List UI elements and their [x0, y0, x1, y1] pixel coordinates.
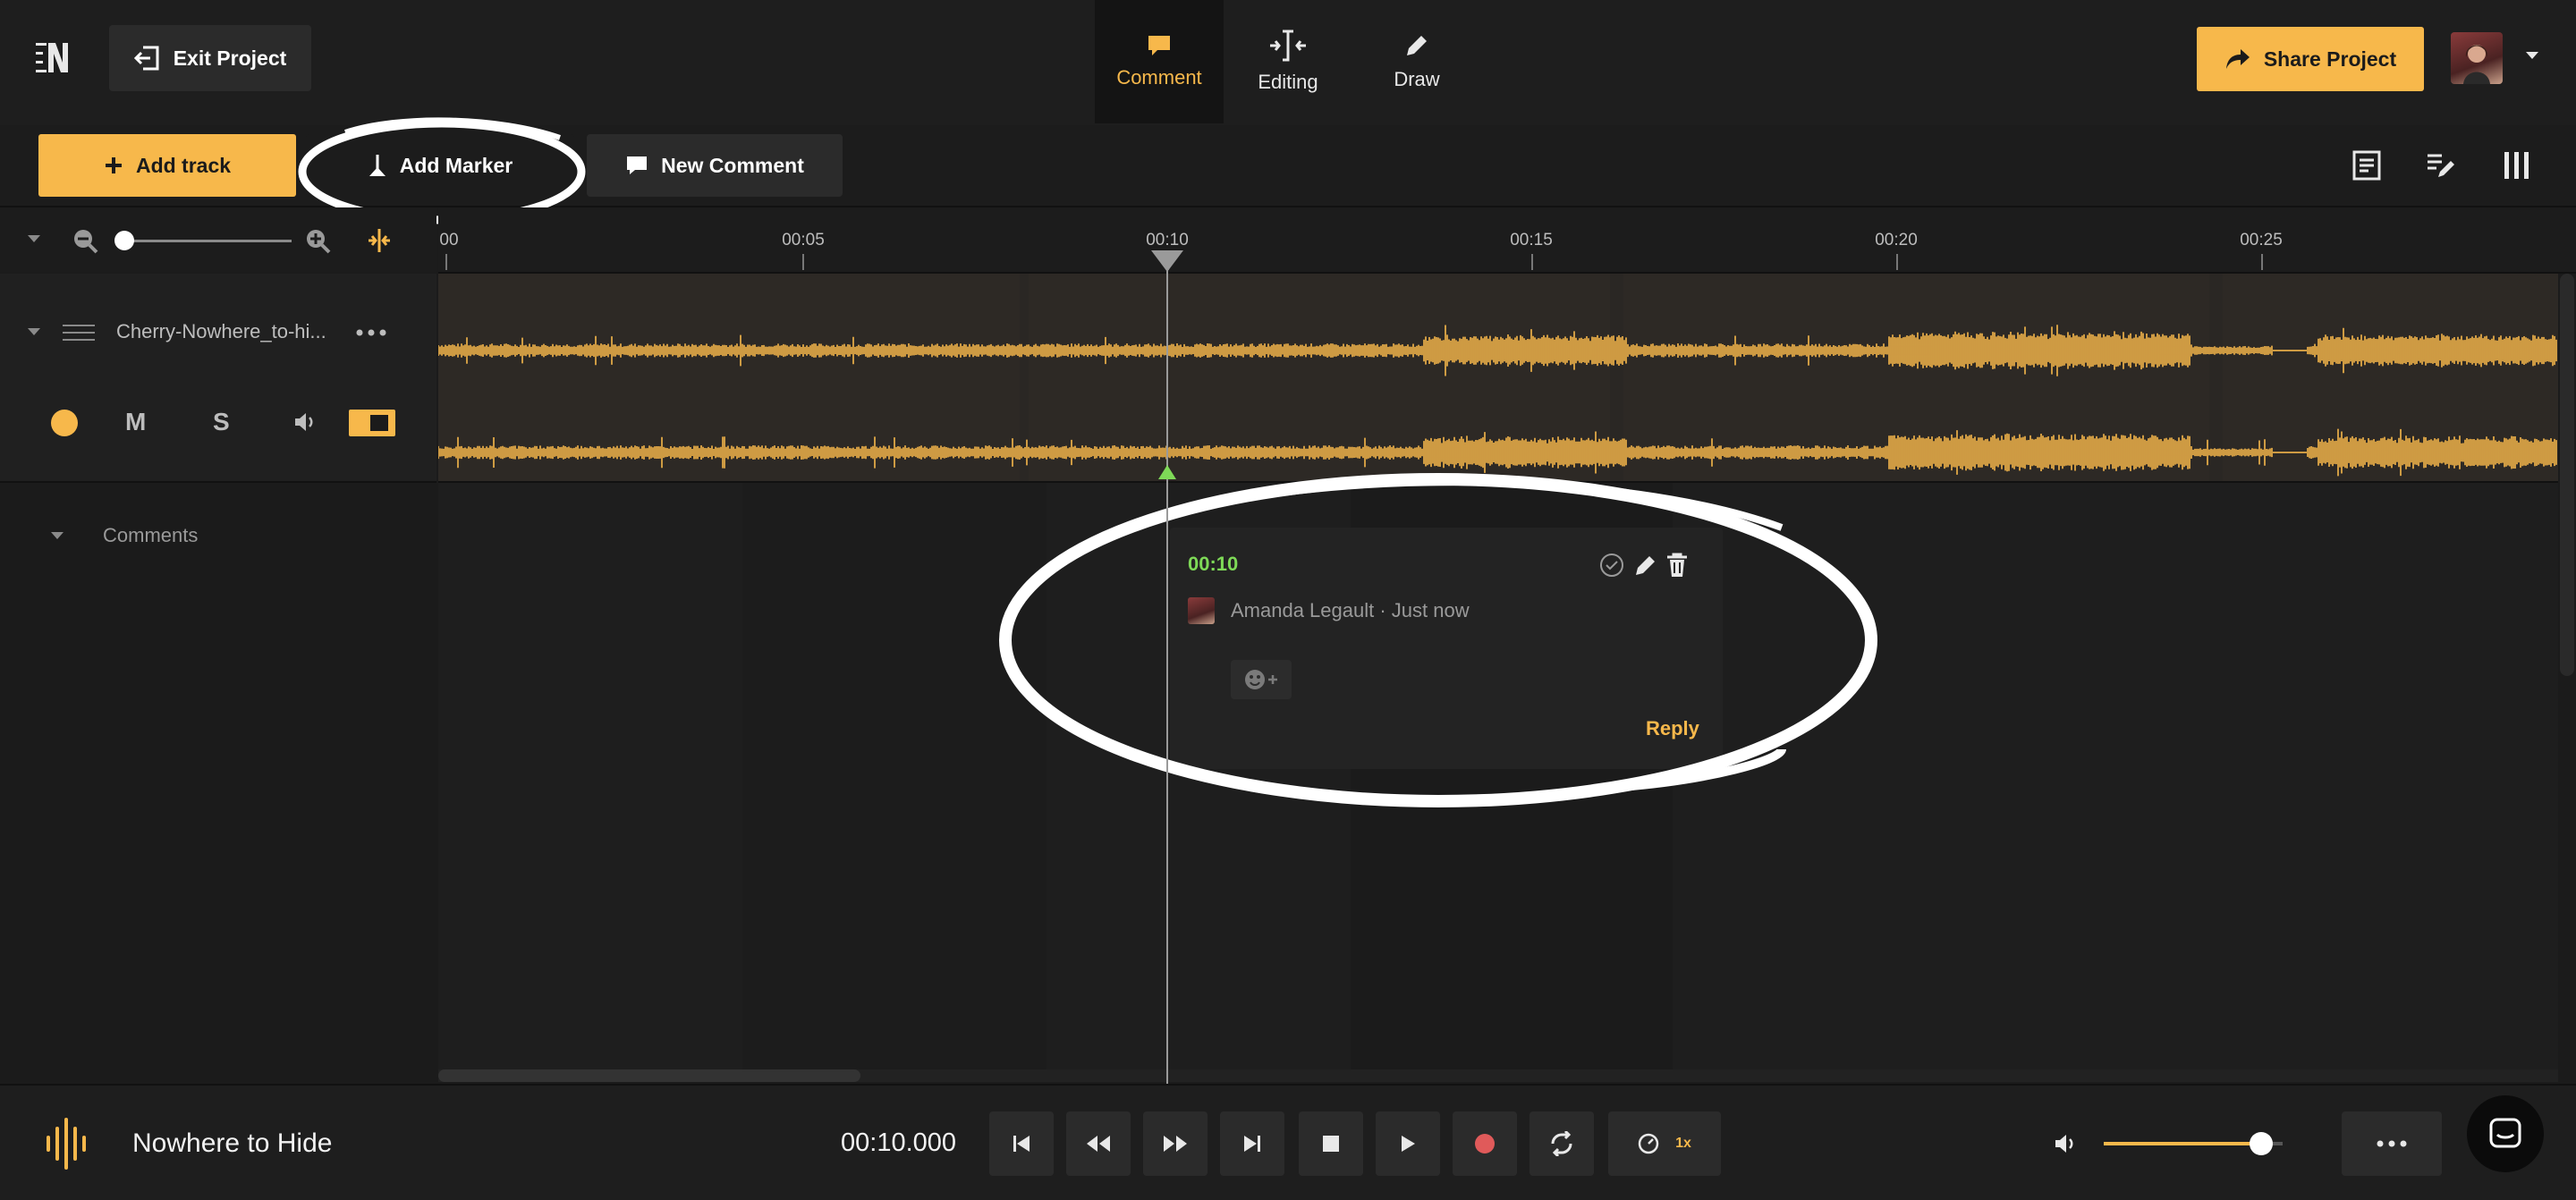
track-toggle[interactable]: [349, 410, 395, 436]
zoom-out-icon[interactable]: [72, 227, 98, 254]
split-icon: [1268, 30, 1308, 62]
tab-comment[interactable]: Comment: [1095, 0, 1224, 123]
tick-label: 00: [439, 231, 459, 249]
skip-to-end-button[interactable]: [1220, 1111, 1284, 1176]
master-volume-fill: [2104, 1142, 2261, 1145]
track-collapse-chevron-icon[interactable]: [27, 327, 41, 336]
tab-editing-label: Editing: [1258, 71, 1318, 93]
play-icon: [1400, 1135, 1416, 1153]
new-comment-label: New Comment: [661, 153, 804, 177]
tick-label: 00:05: [782, 231, 825, 249]
plus-icon: [104, 156, 123, 175]
drag-handle-icon[interactable]: [63, 324, 95, 342]
rewind-button[interactable]: [1066, 1111, 1131, 1176]
columns-icon[interactable]: [2503, 150, 2531, 181]
audio-waveform-icon: [45, 1118, 91, 1170]
avatar[interactable]: [2451, 32, 2503, 84]
record-icon: [1474, 1133, 1496, 1154]
track-more-options-icon[interactable]: [356, 329, 386, 336]
tick-label: 00:15: [1510, 231, 1553, 249]
rewind-icon: [1085, 1134, 1112, 1154]
skip-to-start-icon: [1012, 1134, 1031, 1154]
new-comment-button[interactable]: New Comment: [587, 134, 843, 197]
tick-mark: [2261, 254, 2263, 270]
comment-icon: [1147, 34, 1172, 57]
share-icon: [2224, 47, 2251, 71]
speedometer-icon: [1638, 1133, 1659, 1154]
solo-button[interactable]: S: [213, 408, 230, 436]
mute-button[interactable]: M: [125, 408, 146, 436]
tab-draw-label: Draw: [1394, 68, 1440, 90]
master-volume-icon[interactable]: [2054, 1132, 2079, 1155]
time-display: 00:10.000: [841, 1128, 957, 1157]
exit-project-button[interactable]: Exit Project: [109, 25, 311, 91]
tick-mark: [802, 254, 804, 270]
track-name[interactable]: Cherry-Nowhere_to-hi...: [116, 320, 326, 343]
comment-icon: [625, 155, 648, 176]
track-header: [0, 274, 436, 483]
stop-icon: [1323, 1136, 1339, 1152]
fast-forward-icon: [1162, 1134, 1189, 1154]
collapse-all-chevron-icon[interactable]: [27, 234, 41, 243]
comments-collapse-chevron-icon[interactable]: [50, 531, 64, 540]
comments-section-header: [0, 483, 436, 1084]
tick-label: 00:20: [1875, 231, 1918, 249]
chat-support-button[interactable]: [2467, 1095, 2544, 1172]
exit-project-label: Exit Project: [173, 46, 287, 70]
fast-forward-button[interactable]: [1143, 1111, 1208, 1176]
edit-list-icon[interactable]: [2426, 150, 2456, 181]
record-button[interactable]: [1453, 1111, 1517, 1176]
marker-flag-icon[interactable]: [1158, 465, 1176, 479]
tab-comment-label: Comment: [1116, 66, 1202, 89]
skip-to-start-button[interactable]: [989, 1111, 1054, 1176]
exit-icon: [133, 46, 161, 71]
horizontal-scrollbar-thumb[interactable]: [438, 1069, 860, 1082]
playback-speed-label: 1x: [1675, 1136, 1691, 1151]
zoom-in-icon[interactable]: [304, 227, 331, 254]
share-project-label: Share Project: [2263, 46, 2397, 71]
playhead-line: [1166, 268, 1168, 1084]
tick-mark: [1896, 254, 1898, 270]
chat-bubble-icon: [2488, 1117, 2522, 1151]
tab-draw[interactable]: Draw: [1352, 0, 1481, 123]
account-chevron-down-icon[interactable]: [2524, 50, 2540, 61]
loop-icon: [1549, 1131, 1574, 1156]
play-button[interactable]: [1376, 1111, 1440, 1176]
tab-editing[interactable]: Editing: [1224, 0, 1352, 123]
master-volume-slider[interactable]: [2104, 1132, 2283, 1155]
loop-button[interactable]: [1530, 1111, 1594, 1176]
stop-button[interactable]: [1299, 1111, 1363, 1176]
tick-mark: [445, 254, 447, 270]
record-arm-button[interactable]: [51, 410, 78, 436]
skip-to-end-icon: [1242, 1134, 1262, 1154]
horizontal-scrollbar[interactable]: [438, 1069, 2558, 1082]
zoom-slider-handle[interactable]: [114, 231, 134, 250]
notes-icon[interactable]: [2352, 150, 2381, 181]
pencil-icon: [1403, 32, 1430, 59]
timeline-ruler[interactable]: 00 00:05 00:10 00:15 00:20 00:25: [438, 207, 2576, 274]
tick-label: 00:10: [1146, 231, 1189, 249]
master-volume-handle[interactable]: [2250, 1132, 2273, 1155]
add-track-label: Add track: [135, 153, 232, 177]
fit-to-view-icon[interactable]: [367, 227, 392, 254]
share-project-button[interactable]: Share Project: [2197, 27, 2424, 91]
add-track-button[interactable]: Add track: [38, 134, 296, 197]
zoom-slider-track[interactable]: [116, 240, 292, 242]
app-logo-icon[interactable]: [36, 39, 72, 79]
more-options-button[interactable]: [2342, 1111, 2442, 1176]
project-title: Nowhere to Hide: [132, 1128, 333, 1158]
more-options-icon: [2377, 1140, 2407, 1147]
comment-highlight-ring: [995, 465, 1885, 824]
playback-speed-button[interactable]: 1x: [1608, 1111, 1721, 1176]
comments-section-label: Comments: [103, 524, 199, 546]
tick-label: 00:25: [2240, 231, 2283, 249]
track-volume-icon[interactable]: [293, 411, 317, 433]
waveform-lane[interactable]: [438, 274, 2558, 483]
vertical-scrollbar[interactable]: [2560, 274, 2574, 676]
tick-mark: [1531, 254, 1533, 270]
